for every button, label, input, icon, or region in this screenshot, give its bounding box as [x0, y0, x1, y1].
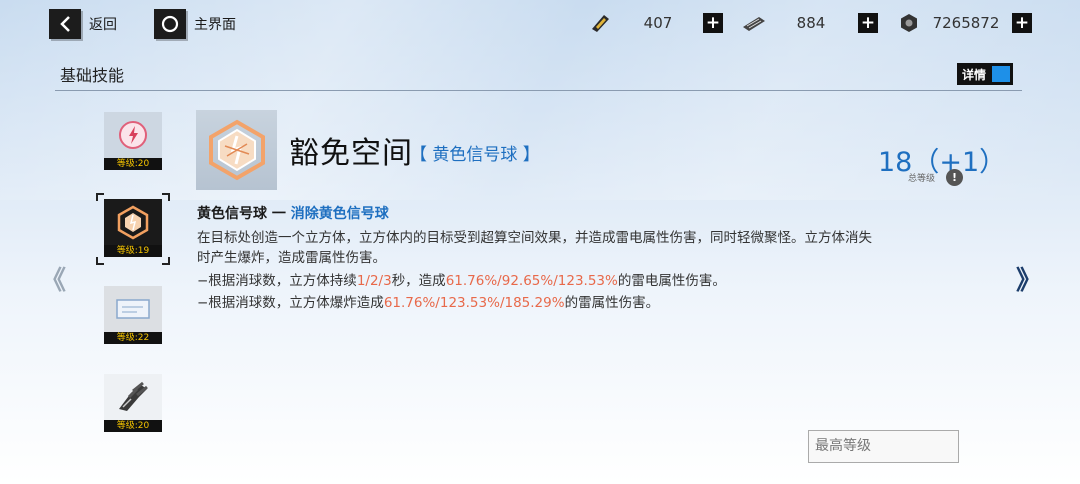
home-circle-icon: [154, 9, 186, 39]
desc-text: 的雷属性伤害。: [564, 295, 660, 311]
desc-line-3: −根据消球数，立方体持续1/2/3秒，造成61.76%/92.65%/123.5…: [197, 269, 726, 289]
skill-level-label: 等级:22: [104, 332, 162, 344]
skill-level-label: 等级:20: [104, 158, 162, 170]
add-credits-button[interactable]: +: [1012, 13, 1032, 33]
desc-text: −根据消球数，立方体爆炸造成: [197, 295, 384, 311]
desc-value: 92.65%: [501, 273, 554, 289]
back-button[interactable]: 返回: [49, 9, 117, 39]
info-icon[interactable]: !: [946, 169, 963, 186]
lightning-orb-icon: [104, 112, 162, 158]
chevron-left-icon: [49, 9, 81, 39]
back-label: 返回: [89, 17, 117, 33]
skill-slot-2[interactable]: 等级:19: [104, 199, 162, 257]
cube-burst-icon: [196, 110, 277, 190]
hex-nut-icon: [896, 10, 922, 36]
gold-ticket-icon: [587, 10, 613, 36]
section-divider: [55, 90, 1022, 91]
desc-text: 的雷电属性伤害。: [617, 273, 726, 289]
skill-slot-1[interactable]: 等级:20: [104, 112, 162, 170]
home-button[interactable]: 主界面: [154, 9, 236, 39]
max-level-button[interactable]: 最高等级: [808, 430, 959, 463]
resource-ammo: 884: [741, 10, 855, 36]
desc-value: 123.53%: [439, 295, 500, 311]
skill-desc-heading: 黄色信号球 一 消除黄色信号球: [197, 203, 389, 223]
skill-slot-4[interactable]: 等级:20: [104, 374, 162, 432]
ammo-clip-icon: [741, 10, 767, 36]
credits-value: 7265872: [932, 14, 1000, 32]
desc-value: 1/2/3: [356, 273, 392, 289]
skill-level-label: 等级:20: [104, 420, 162, 432]
desc-text: −根据消球数，立方体持续: [197, 273, 357, 289]
tickets-value: 407: [643, 14, 673, 32]
desc-line-4: −根据消球数，立方体爆炸造成61.76%/123.53%/185.29%的雷属性…: [197, 291, 659, 311]
skill-level-label: 等级:19: [104, 245, 162, 257]
desc-text: 秒，造成: [391, 273, 446, 289]
total-level: 18（+1）: [878, 147, 1007, 178]
add-tickets-button[interactable]: +: [703, 13, 723, 33]
resource-credits: 7265872: [896, 10, 1010, 36]
desc-heading-blue: 消除黄色信号球: [290, 206, 389, 222]
add-ammo-button[interactable]: +: [858, 13, 878, 33]
ammo-value: 884: [796, 14, 826, 32]
desc-value: 123.53%: [557, 273, 618, 289]
claw-gauntlet-icon: [104, 374, 162, 420]
skill-tag: 【 黄色信号球 】: [410, 145, 540, 165]
prev-arrow-icon[interactable]: 《: [40, 260, 66, 297]
home-label: 主界面: [194, 17, 236, 33]
skill-title: 豁免空间: [289, 136, 413, 171]
total-level-caption: 总等级: [908, 174, 936, 184]
desc-heading-black: 黄色信号球 一: [197, 206, 291, 222]
details-toggle[interactable]: 详情: [957, 63, 1013, 85]
skill-slot-3[interactable]: 等级:22: [104, 286, 162, 344]
desc-line-2: 时产生爆炸，造成雷属性伤害。: [197, 250, 386, 266]
resource-tickets: 407: [587, 10, 703, 36]
next-arrow-icon[interactable]: 》: [1016, 260, 1042, 297]
toggle-knob: [992, 66, 1010, 82]
desc-value: 61.76%: [383, 295, 436, 311]
cube-burst-icon: [104, 199, 162, 245]
details-label: 详情: [962, 67, 987, 82]
desc-line-1: 在目标处创造一个立方体，立方体内的目标受到超算空间效果，并造成雷电属性伤害，同时…: [197, 230, 872, 246]
card-icon: [104, 286, 162, 332]
desc-value: 185.29%: [504, 295, 565, 311]
section-title: 基础技能: [60, 66, 125, 85]
desc-value: 61.76%: [445, 273, 498, 289]
